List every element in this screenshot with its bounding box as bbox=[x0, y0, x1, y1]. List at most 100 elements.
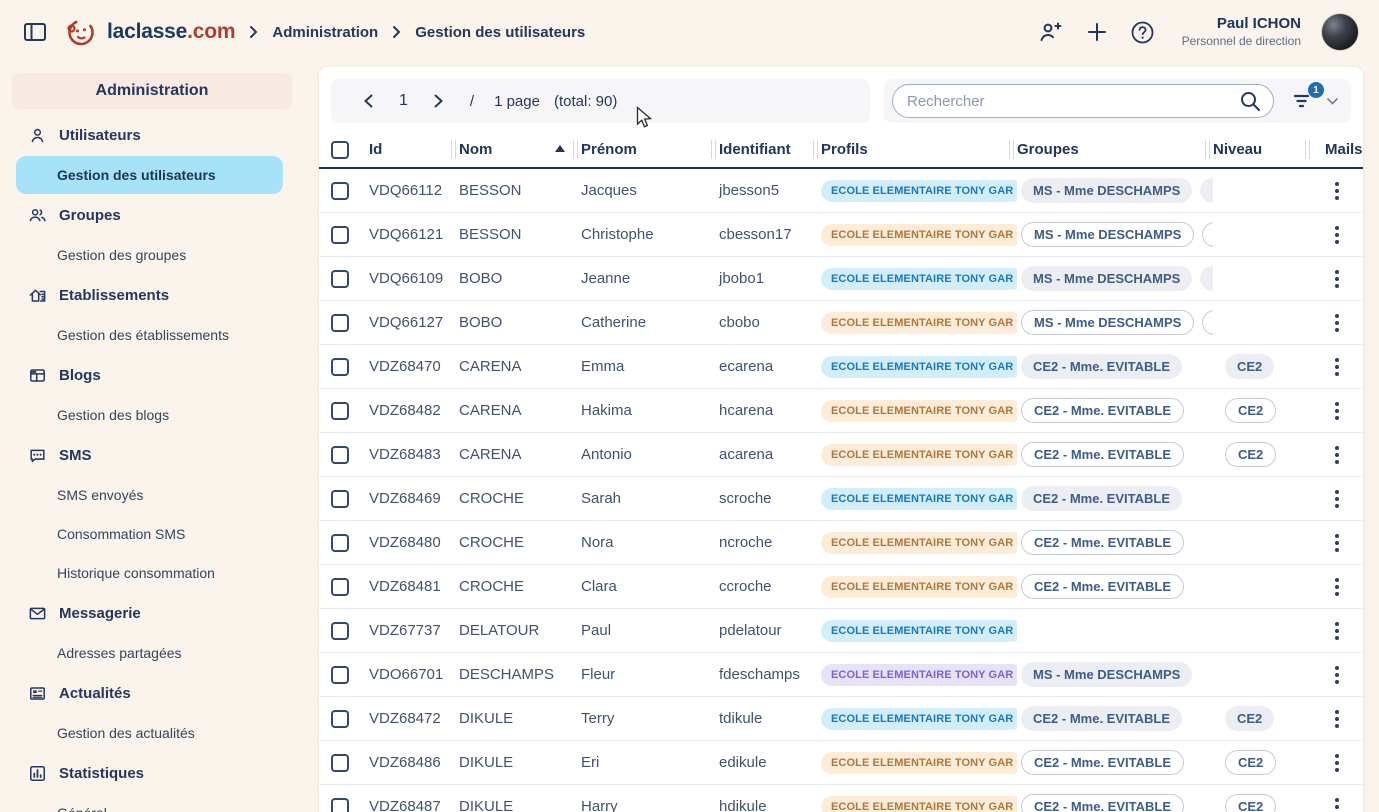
row-actions-menu-icon[interactable] bbox=[1331, 222, 1343, 248]
cell-id: VDQ66127 bbox=[369, 301, 459, 344]
column-header-nom[interactable]: Nom bbox=[459, 131, 581, 167]
column-header-identifiant[interactable]: Identifiant bbox=[719, 131, 821, 167]
search-icon[interactable] bbox=[1239, 90, 1261, 112]
plus-icon[interactable] bbox=[1084, 19, 1110, 45]
cell-niveau bbox=[1213, 257, 1313, 300]
sidebar-item-consommation-sms[interactable]: Consommation SMS bbox=[16, 515, 283, 553]
table-row[interactable]: VDQ66127 BOBO Catherine cbobo ECOLE ELEM… bbox=[319, 301, 1363, 345]
column-header-groupes[interactable]: Groupes bbox=[1017, 131, 1213, 167]
column-resize-handle[interactable] bbox=[711, 140, 716, 159]
row-actions-menu-icon[interactable] bbox=[1331, 662, 1343, 688]
laclasse-logo-icon[interactable] bbox=[64, 16, 97, 49]
help-icon[interactable] bbox=[1130, 19, 1156, 45]
table-row[interactable]: VDO66701 DESCHAMPS Fleur fdeschamps ECOL… bbox=[319, 653, 1363, 697]
row-actions-menu-icon[interactable] bbox=[1331, 618, 1343, 644]
row-actions-menu-icon[interactable] bbox=[1331, 706, 1343, 732]
column-header-id[interactable]: Id bbox=[369, 131, 459, 167]
filter-button[interactable]: 1 bbox=[1292, 89, 1316, 113]
cell-nom: DIKULE bbox=[459, 697, 581, 740]
column-header-profils[interactable]: Profils bbox=[821, 131, 1017, 167]
table-row[interactable]: VDZ68481 CROCHE Clara ccroche ECOLE ELEM… bbox=[319, 565, 1363, 609]
row-checkbox[interactable] bbox=[331, 666, 349, 684]
column-header-mails[interactable]: Mails bbox=[1313, 131, 1363, 167]
row-actions-menu-icon[interactable] bbox=[1331, 794, 1343, 812]
sidebar-item-général[interactable]: Général bbox=[16, 794, 283, 812]
table-row[interactable]: VDZ68480 CROCHE Nora ncroche ECOLE ELEME… bbox=[319, 521, 1363, 565]
row-checkbox[interactable] bbox=[331, 578, 349, 596]
row-checkbox[interactable] bbox=[331, 534, 349, 552]
row-actions-menu-icon[interactable] bbox=[1331, 442, 1343, 468]
row-actions-menu-icon[interactable] bbox=[1331, 530, 1343, 556]
row-actions-menu-icon[interactable] bbox=[1331, 574, 1343, 600]
table-row[interactable]: VDZ68482 CARENA Hakima hcarena ECOLE ELE… bbox=[319, 389, 1363, 433]
sidebar-item-gestion-des-blogs[interactable]: Gestion des blogs bbox=[16, 396, 283, 434]
select-all-checkbox[interactable] bbox=[331, 141, 349, 159]
user-info[interactable]: Paul ICHON Personnel de direction bbox=[1182, 15, 1301, 49]
sidebar-section-utilisateurs[interactable]: Utilisateurs bbox=[0, 115, 306, 155]
table-row[interactable]: VDZ68472 DIKULE Terry tdikule ECOLE ELEM… bbox=[319, 697, 1363, 741]
group-pill: MS - Mme DESCHAMPS bbox=[1021, 266, 1192, 291]
row-checkbox[interactable] bbox=[331, 622, 349, 640]
row-checkbox[interactable] bbox=[331, 182, 349, 200]
row-checkbox[interactable] bbox=[331, 798, 349, 812]
table-row[interactable]: VDQ66109 BOBO Jeanne jbobo1 ECOLE ELEMEN… bbox=[319, 257, 1363, 301]
table-row[interactable]: VDQ66121 BESSON Christophe cbesson17 ECO… bbox=[319, 213, 1363, 257]
table-row[interactable]: VDQ66112 BESSON Jacques jbesson5 ECOLE E… bbox=[319, 169, 1363, 213]
sidebar-item-gestion-des-établissements[interactable]: Gestion des établissements bbox=[16, 316, 283, 354]
row-checkbox[interactable] bbox=[331, 270, 349, 288]
table-row[interactable]: VDZ68483 CARENA Antonio acarena ECOLE EL… bbox=[319, 433, 1363, 477]
table-row[interactable]: VDZ68487 DIKULE Harry hdikule ECOLE ELEM… bbox=[319, 785, 1363, 812]
column-resize-handle[interactable] bbox=[1205, 140, 1210, 159]
previous-page-button[interactable] bbox=[357, 90, 379, 112]
table-row[interactable]: VDZ68470 CARENA Emma ecarena ECOLE ELEME… bbox=[319, 345, 1363, 389]
filter-chevron-down-icon[interactable] bbox=[1326, 97, 1339, 106]
row-checkbox[interactable] bbox=[331, 314, 349, 332]
table-row[interactable]: VDZ67737 DELATOUR Paul pdelatour ECOLE E… bbox=[319, 609, 1363, 653]
sidebar-section-blogs[interactable]: Blogs bbox=[0, 355, 306, 395]
column-resize-handle[interactable] bbox=[1305, 140, 1310, 159]
row-actions-menu-icon[interactable] bbox=[1331, 750, 1343, 776]
row-actions-menu-icon[interactable] bbox=[1331, 354, 1343, 380]
sidebar-section-messagerie[interactable]: Messagerie bbox=[0, 593, 306, 633]
sidebar-item-historique-consommation[interactable]: Historique consommation bbox=[16, 554, 283, 592]
row-checkbox[interactable] bbox=[331, 446, 349, 464]
row-checkbox[interactable] bbox=[331, 490, 349, 508]
sidebar-item-gestion-des-utilisateurs[interactable]: Gestion des utilisateurs bbox=[16, 156, 283, 194]
row-checkbox[interactable] bbox=[331, 710, 349, 728]
row-actions-menu-icon[interactable] bbox=[1331, 310, 1343, 336]
column-header-niveau[interactable]: Niveau bbox=[1213, 131, 1313, 167]
sidebar-item-gestion-des-groupes[interactable]: Gestion des groupes bbox=[16, 236, 283, 274]
column-header-pr-nom[interactable]: Prénom bbox=[581, 131, 719, 167]
search-box[interactable] bbox=[892, 84, 1274, 118]
row-actions-menu-icon[interactable] bbox=[1331, 486, 1343, 512]
table-row[interactable]: VDZ68469 CROCHE Sarah scroche ECOLE ELEM… bbox=[319, 477, 1363, 521]
avatar[interactable] bbox=[1321, 13, 1359, 51]
row-checkbox[interactable] bbox=[331, 226, 349, 244]
search-input[interactable] bbox=[907, 93, 1239, 110]
row-checkbox[interactable] bbox=[331, 754, 349, 772]
sidebar-item-sms-envoyés[interactable]: SMS envoyés bbox=[16, 476, 283, 514]
sidebar-section-groupes[interactable]: Groupes bbox=[0, 195, 306, 235]
next-page-button[interactable] bbox=[428, 90, 450, 112]
row-actions-menu-icon[interactable] bbox=[1331, 266, 1343, 292]
add-user-icon[interactable] bbox=[1038, 19, 1064, 45]
table-row[interactable]: VDZ68486 DIKULE Eri edikule ECOLE ELEMEN… bbox=[319, 741, 1363, 785]
column-resize-handle[interactable] bbox=[451, 140, 456, 159]
sidebar-section-etablissements[interactable]: Etablissements bbox=[0, 275, 306, 315]
row-checkbox[interactable] bbox=[331, 358, 349, 376]
sidebar-item-adresses-partagées[interactable]: Adresses partagées bbox=[16, 634, 283, 672]
column-resize-handle[interactable] bbox=[1009, 140, 1014, 159]
column-resize-handle[interactable] bbox=[813, 140, 818, 159]
sidebar-section-sms[interactable]: SMS bbox=[0, 435, 306, 475]
brand-wordmark[interactable]: laclasse.com bbox=[107, 20, 235, 44]
sidebar-section-actualit-s[interactable]: Actualités bbox=[0, 673, 306, 713]
sidebar-toggle-icon[interactable] bbox=[22, 19, 48, 45]
sidebar-section-statistiques[interactable]: Statistiques bbox=[0, 753, 306, 793]
row-checkbox[interactable] bbox=[331, 402, 349, 420]
row-actions-menu-icon[interactable] bbox=[1331, 398, 1343, 424]
column-resize-handle[interactable] bbox=[573, 140, 578, 159]
breadcrumb-administration[interactable]: Administration bbox=[272, 24, 378, 41]
cell-prenom: Eri bbox=[581, 741, 719, 784]
row-actions-menu-icon[interactable] bbox=[1331, 178, 1343, 204]
sidebar-item-gestion-des-actualités[interactable]: Gestion des actualités bbox=[16, 714, 283, 752]
